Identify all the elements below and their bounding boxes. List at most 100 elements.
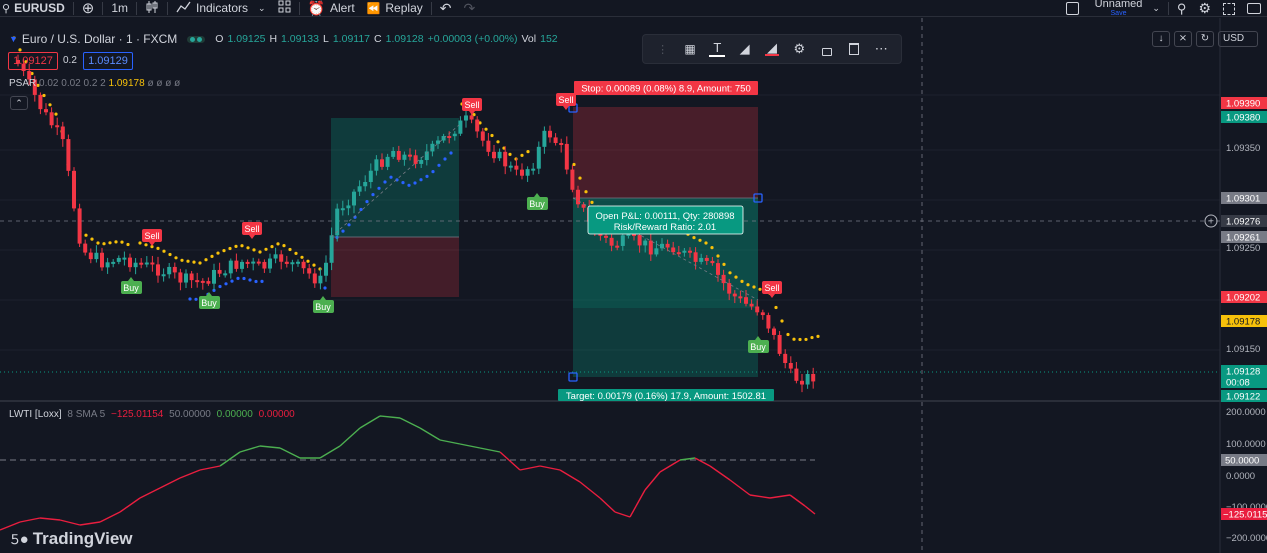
lwti-up-value: 0.00000 [216,409,253,420]
interval-button[interactable]: 1m [105,0,134,17]
settings-button[interactable]: ⚙ [1192,0,1217,17]
candle-body [77,208,82,244]
quick-search-button[interactable]: ⚲ [1171,0,1193,17]
chart-canvas[interactable]: Stop: 0.00089 (0.08%) 8.9, Amount: 750 T… [0,18,1267,553]
stop-label-text: Stop: 0.00089 (0.08%) 8.9, Amount: 750 [581,84,751,95]
psar-dot [282,244,286,248]
candle-body [240,261,244,269]
layout-save-status: Save [1110,9,1127,17]
candle-body [206,281,211,284]
candle-body [788,362,793,369]
redo-button[interactable]: ↷ [457,0,481,17]
candle-body [167,266,172,275]
lwti-legend[interactable]: LWTI [Loxx] 8 SMA 5 −125.01154 50.00000 … [9,409,295,420]
candle-body [738,296,743,299]
undo-icon: ↶ [439,0,452,16]
psar-legend[interactable]: PSAR 0.02 0.02 0.2 2 1.09178 ø ø ø ø [9,78,180,89]
stop-label[interactable]: Stop: 0.00089 (0.08%) 8.9, Amount: 750 [574,81,758,95]
candle-body [363,182,368,187]
reset-button[interactable]: ↻ [1196,31,1214,47]
target-label[interactable]: Target: 0.00179 (0.16%) 17.9, Amount: 15… [558,389,774,402]
candle-body [184,273,188,283]
candle-body [514,165,519,170]
lwti-mid-badge-text: 50.0000 [1225,456,1259,467]
candle-body [408,154,412,157]
psar-dot [449,151,453,155]
psar-dot [704,241,708,245]
open-pl-label[interactable]: Open P&L: 0.00111, Qty: 280898 Risk/Rewa… [587,205,744,235]
price-badge-text: 1.09390 [1226,99,1260,110]
lwti-tick: 100.0000 [1226,439,1266,450]
alert-button[interactable]: ⏰ Alert [302,0,361,17]
settings-button[interactable]: ⚙ [790,40,808,58]
psar-dot [804,337,808,342]
psar-dot [216,251,220,255]
psar-dot [258,250,262,254]
divider [102,1,104,15]
delete-button[interactable] [845,40,863,58]
candle-body [413,155,418,164]
toolbar-right: Unnamed Save ⌄ ⚲ ⚙ [1060,0,1267,17]
candle-body [44,109,48,113]
lwti-params: 8 SMA 5 [67,409,106,420]
templates-button[interactable] [272,0,297,17]
compare-button[interactable]: ⊕ [76,0,101,17]
psar-dot [786,332,790,337]
undo-button[interactable]: ↶ [434,0,458,17]
top-toolbar: ⚲ EURUSD ⊕ 1m Indicators ⌄ ⏰ Alert ⏪ Rep… [0,0,1267,17]
chevron-up-icon: ⌃ [15,98,23,108]
more-button[interactable]: ⋯ [872,40,890,58]
candle-body [357,186,362,192]
psar-dot [180,258,184,262]
sell-price-button[interactable]: 1.09127 [8,52,58,70]
currency-selector[interactable]: USD [1218,31,1258,47]
psar-dot [254,279,258,284]
collapse-button[interactable]: ⨯ [1174,31,1192,47]
candle-body [290,262,295,265]
buy-signal-label: Buy [315,302,331,312]
open-value: 1.09125 [227,33,266,45]
psar-dot [260,279,264,283]
grid-icon [278,0,291,16]
psar-dot [484,127,488,131]
candle-body [480,131,485,141]
candle-body [212,269,216,284]
line-color-button[interactable]: ◢ [763,40,781,58]
fullscreen-button[interactable] [1217,0,1241,17]
drag-handle-icon[interactable]: ⋮ [654,40,672,58]
scroll-down-button[interactable]: ↓ [1152,31,1170,47]
layout-menu[interactable]: Unnamed Save ⌄ [1060,0,1166,17]
psar-dot [816,334,820,338]
lock-button[interactable] [818,40,836,58]
short-position-2[interactable] [568,103,763,382]
psar-dot [734,275,738,279]
text-color-button[interactable]: T [708,40,726,58]
object-tree-button[interactable]: ▦ [681,40,699,58]
collapse-legend-button[interactable]: ⌃ [10,96,28,110]
legend-collapse-icon[interactable]: ▼ [9,34,18,44]
chart-type-button[interactable] [139,0,165,17]
buy-price-button[interactable]: 1.09129 [83,52,133,70]
candle-body [172,266,177,273]
candle-body [195,280,200,283]
fill-color-button[interactable]: ◢ [736,40,754,58]
indicators-button[interactable]: Indicators ⌄ [170,0,272,17]
tv-logo-icon: 𝟻● [10,530,29,548]
candle-body [60,126,65,140]
tradingview-logo[interactable]: 𝟻● TradingView [10,529,133,549]
brand-name: TradingView [32,529,133,548]
candle-body [643,240,648,246]
lwti-tick: 0.0000 [1226,471,1255,482]
candle-body [710,260,715,264]
candle-body [189,273,194,281]
psar-dot [264,247,268,251]
candle-body [396,150,401,160]
replay-label: Replay [385,1,423,15]
price-badge-text: 1.09122 [1226,392,1260,403]
snapshot-button[interactable] [1241,0,1267,17]
replay-button[interactable]: ⏪ Replay [361,0,429,17]
psar-dot [377,186,381,190]
alarm-clock-icon: ⏰ [307,0,325,16]
rewind-icon: ⏪ [366,2,381,15]
symbol-search[interactable]: ⚲ EURUSD [0,0,71,17]
